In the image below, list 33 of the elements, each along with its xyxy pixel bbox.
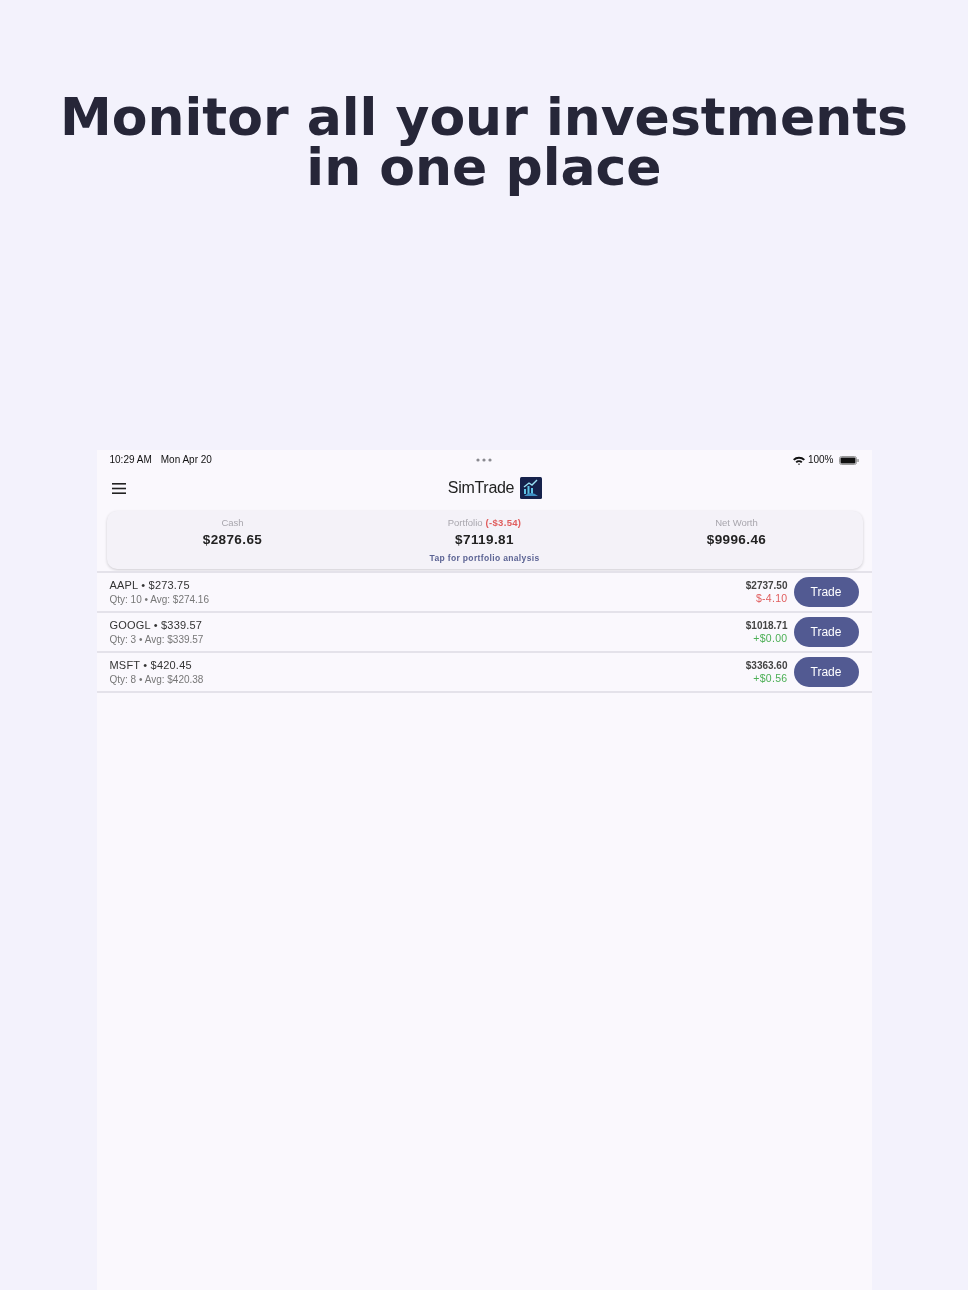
holding-title: AAPL • $273.75 [109,578,191,592]
summary-value: $9996.46 [706,532,767,548]
holding-change: +$0.56 [753,671,788,685]
summary-label: Cash [221,517,244,529]
app-title: SimTrade [447,478,515,498]
status-date: Mon Apr 20 [160,454,212,466]
chart-logo-icon [520,477,543,499]
holding-title: MSFT • $420.45 [109,658,193,672]
trade-button[interactable]: Trade [793,617,859,647]
wifi-icon [792,455,805,465]
status-time: 10:29 AM [109,454,152,466]
holding-change: $-4.10 [755,591,788,605]
holding-title: GOOGL • $339.57 [109,618,204,632]
battery-percent: 100% [807,454,834,466]
trade-button[interactable]: Trade [793,577,859,607]
summary-value: $2876.65 [202,532,263,548]
holding-details: Qty: 10 • Avg: $274.16 [109,594,210,606]
summary-value: $7119.81 [455,532,514,548]
battery-icon [838,455,859,465]
portfolio-analysis-link[interactable]: Tap for portfolio analysis [429,553,540,564]
holding-details: Qty: 8 • Avg: $420.38 [109,674,205,686]
trade-button[interactable]: Trade [793,657,859,687]
holding-value: $2737.50 [745,579,788,592]
holding-details: Qty: 3 • Avg: $339.57 [109,634,205,646]
portfolio-change: (-$3.54) [485,517,522,529]
summary-label: Net Worth [715,517,758,529]
holding-value: $1018.71 [745,619,788,632]
holding-value: $3363.60 [745,659,788,672]
menu-icon[interactable] [111,482,126,494]
summary-label: Portfolio [447,517,483,529]
summary-card[interactable]: Cash $2876.65 Portfolio (-$3.54) $7119.81 Net Worth $9996.46 Tap for portfolio analysis [106,511,863,569]
more-dots-icon[interactable] [476,458,492,462]
holding-change: +$0.00 [753,631,788,645]
